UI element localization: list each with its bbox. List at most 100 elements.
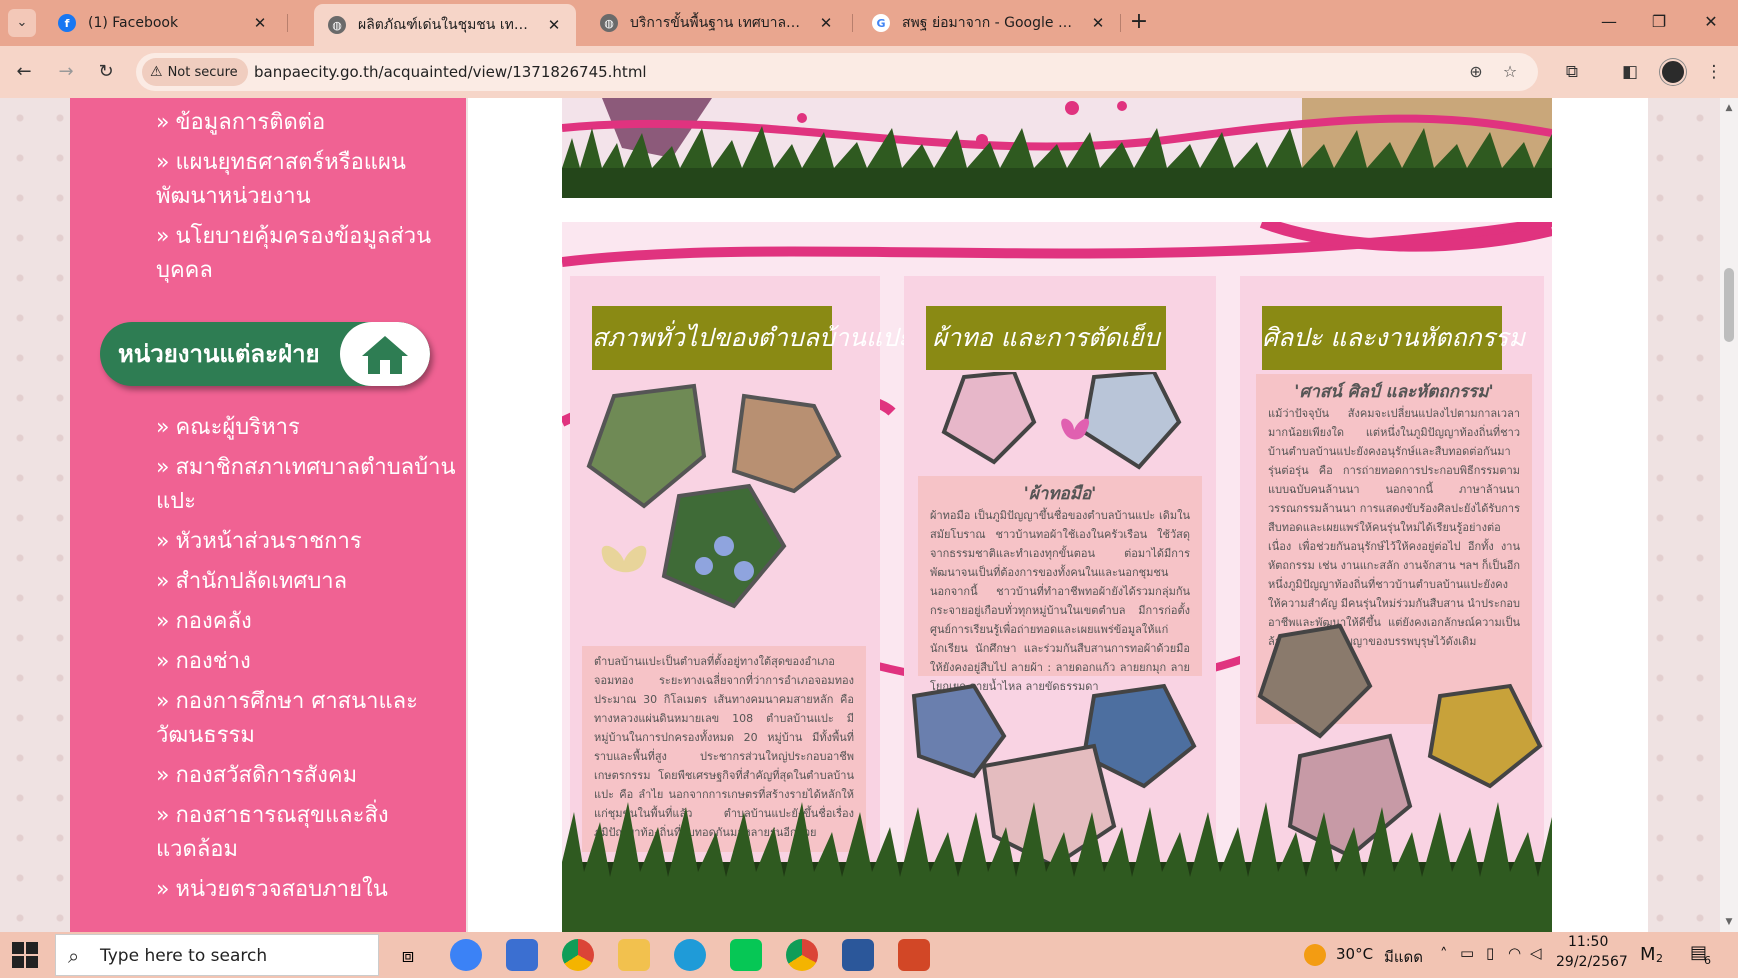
main-content: สภาพทั่วไปของตำบลบ้านแปะ ตำบลบ้านแปะเป็น… <box>468 98 1648 932</box>
panel-text: แม้ว่าปัจจุบัน สังคมจะเปลี่ยนแปลงไปตามกา… <box>1268 407 1520 648</box>
tab-active-products[interactable]: ◍ ผลิตภัณฑ์เด่นในชุมชน เทศบาลตำบล ✕ <box>314 4 576 46</box>
minimize-button[interactable]: — <box>1586 8 1632 36</box>
sidebar-item-health[interactable]: » กองสาธารณสุขและสิ่งแวดล้อม <box>156 799 456 867</box>
profile-avatar[interactable] <box>1660 59 1686 85</box>
search-placeholder: Type here to search <box>100 946 268 966</box>
restore-button[interactable]: ❐ <box>1636 8 1682 36</box>
taskbar-search-box[interactable]: ⌕ Type here to search <box>55 934 379 976</box>
mail-icon[interactable] <box>506 939 538 971</box>
windows-taskbar: ⌕ Type here to search ⧈ 30°C มีแดด ˄ ▭ ▯… <box>0 932 1738 978</box>
security-label: Not secure <box>167 65 238 80</box>
chrome-profile-icon[interactable] <box>786 939 818 971</box>
scroll-up-arrow[interactable]: ▲ <box>1720 100 1738 116</box>
tab-title: ผลิตภัณฑ์เด่นในชุมชน เทศบาลตำบล <box>358 17 536 33</box>
brochure-image: สภาพทั่วไปของตำบลบ้านแปะ ตำบลบ้านแปะเป็น… <box>562 222 1552 932</box>
scroll-thumb[interactable] <box>1724 268 1734 342</box>
reload-button[interactable]: ↻ <box>92 58 120 86</box>
banner-image <box>562 98 1552 198</box>
widgets-icon[interactable]: M <box>1640 944 1656 965</box>
sidebar-item-contact[interactable]: » ข้อมูลการติดต่อ <box>156 106 456 140</box>
weather-desc[interactable]: มีแดด <box>1384 945 1423 969</box>
search-icon: ⌕ <box>68 944 80 968</box>
address-bar[interactable]: ⚠ Not secure banpaecity.go.th/acquainted/… <box>136 53 1538 91</box>
more-menu-icon[interactable]: ⋮ <box>1700 58 1728 86</box>
tab-title: บริการขั้นพื้นฐาน เทศบาลตำบลบ้าน <box>630 15 808 31</box>
back-button[interactable]: ← <box>10 58 38 86</box>
tab-facebook[interactable]: f (1) Facebook ✕ <box>44 6 282 40</box>
panel-heading: ผ้าทอ และการตัดเย็บ <box>926 306 1166 370</box>
windows-start-icon[interactable] <box>12 942 38 968</box>
wifi-icon[interactable]: ◠ <box>1508 944 1521 962</box>
close-icon[interactable]: ✕ <box>816 14 836 32</box>
facebook-icon: f <box>58 14 76 32</box>
extensions-icon[interactable]: ⧉ <box>1558 58 1586 86</box>
clock-date[interactable]: 29/2/2567 <box>1556 954 1628 970</box>
line-icon[interactable] <box>730 939 762 971</box>
tab-title: (1) Facebook <box>88 15 179 31</box>
site-info-button[interactable]: ⚠ Not secure <box>142 58 248 86</box>
chrome-icon[interactable] <box>562 939 594 971</box>
panel-heading: สภาพทั่วไปของตำบลบ้านแปะ <box>592 306 911 370</box>
panel-subheading: 'ผ้าทอมือ' <box>1023 484 1097 504</box>
globe-icon: ◍ <box>328 16 346 34</box>
sidebar-item-strategy[interactable]: » แผนยุทธศาสตร์หรือแผนพัฒนาหน่วยงาน <box>156 146 456 214</box>
bookmark-star-icon[interactable]: ☆ <box>1498 60 1522 84</box>
section-header-departments: หน่วยงานแต่ละฝ่าย <box>100 322 430 386</box>
powerpoint-icon[interactable] <box>898 939 930 971</box>
sidebar-item-audit[interactable]: » หน่วยตรวจสอบภายใน <box>156 873 456 907</box>
clock-time[interactable]: 11:50 <box>1568 934 1608 950</box>
sidebar-menu: » ข้อมูลการติดต่อ » แผนยุทธศาสตร์หรือแผนพั… <box>70 98 466 932</box>
sidebar-item-office[interactable]: » สำนักปลัดเทศบาล <box>156 565 456 599</box>
forward-button[interactable]: → <box>52 58 80 86</box>
sidebar-item-executives[interactable]: » คณะผู้บริหาร <box>156 411 456 445</box>
page-scrollbar[interactable]: ▲ ▼ <box>1720 98 1738 932</box>
sidebar-item-finance[interactable]: » กองคลัง <box>156 605 456 639</box>
sidebar-item-privacy[interactable]: » นโยบายคุ้มครองข้อมูลส่วนบุคคล <box>156 220 456 288</box>
close-icon[interactable]: ✕ <box>250 14 270 32</box>
tab-basic-services[interactable]: ◍ บริการขั้นพื้นฐาน เทศบาลตำบลบ้าน ✕ <box>586 6 848 40</box>
web-page: » ข้อมูลการติดต่อ » แผนยุทธศาสตร์หรือแผนพั… <box>0 98 1720 932</box>
panel-subheading: 'ศาสน์ ศิลป์ และหัตถกรรม' <box>1294 382 1494 402</box>
scroll-down-arrow[interactable]: ▼ <box>1720 914 1738 930</box>
home-icon <box>340 322 430 386</box>
close-icon[interactable]: ✕ <box>1088 14 1108 32</box>
new-tab-button[interactable]: + <box>1126 10 1152 36</box>
close-icon[interactable]: ✕ <box>544 16 564 34</box>
tab-title: สพฐ ย่อมาจาก - Google Search <box>902 15 1080 31</box>
word-icon[interactable] <box>842 939 874 971</box>
sidebar-item-education[interactable]: » กองการศึกษา ศาสนาและวัฒนธรรม <box>156 685 456 753</box>
chat-app-icon[interactable] <box>450 939 482 971</box>
panel-text: ผ้าทอมือ เป็นภูมิปัญญาขึ้นชื่อของตำบลบ้า… <box>930 509 1190 693</box>
weather-sun-icon[interactable] <box>1304 944 1326 966</box>
sidebar-item-welfare[interactable]: » กองสวัสดิการสังคม <box>156 759 456 793</box>
url-text[interactable]: banpaecity.go.th/acquainted/view/1371826… <box>254 53 647 91</box>
tab-strip: ⌄ f (1) Facebook ✕ ◍ ผลิตภัณฑ์เด่นในชุมช… <box>0 0 1738 46</box>
notification-badge: 6 <box>1704 954 1711 967</box>
panel-text-box: 'ผ้าทอมือ' ผ้าทอมือ เป็นภูมิปัญญาขึ้นชื่… <box>918 476 1202 693</box>
tab-divider <box>287 14 288 32</box>
sidebar-item-heads[interactable]: » หัวหน้าส่วนราชการ <box>156 525 456 559</box>
network-icon[interactable]: ▭ <box>1460 944 1474 962</box>
weather-temp[interactable]: 30°C <box>1336 945 1373 963</box>
sidebar-item-engineering[interactable]: » กองช่าง <box>156 645 456 679</box>
zoom-icon[interactable]: ⊕ <box>1464 60 1488 84</box>
section-title: หน่วยงานแต่ละฝ่าย <box>118 340 320 368</box>
grass-decoration <box>562 802 1552 932</box>
panel-arts: ศิลปะ และงานหัตถกรรม 'ศาสน์ ศิลป์ และหัต… <box>1240 276 1544 870</box>
photo-collage <box>586 383 842 609</box>
battery-icon[interactable]: ▯ <box>1486 944 1494 962</box>
tray-overflow-icon[interactable]: ˄ <box>1440 945 1448 963</box>
volume-icon[interactable]: ◁ <box>1530 944 1542 962</box>
edge-icon[interactable] <box>674 939 706 971</box>
side-panel-icon[interactable]: ◧ <box>1616 58 1644 86</box>
task-view-icon[interactable]: ⧈ <box>392 939 424 971</box>
panel-general: สภาพทั่วไปของตำบลบ้านแปะ ตำบลบ้านแปะเป็น… <box>570 276 911 870</box>
google-icon: G <box>872 14 890 32</box>
tab-divider <box>852 14 853 32</box>
sidebar-item-council[interactable]: » สมาชิกสภาเทศบาลตำบลบ้านแปะ <box>156 451 456 519</box>
file-explorer-icon[interactable] <box>618 939 650 971</box>
photo-collage <box>941 372 1182 470</box>
close-window-button[interactable]: ✕ <box>1688 8 1734 36</box>
tab-search-button[interactable]: ⌄ <box>8 9 36 37</box>
tab-google-search[interactable]: G สพฐ ย่อมาจาก - Google Search ✕ <box>858 6 1120 40</box>
